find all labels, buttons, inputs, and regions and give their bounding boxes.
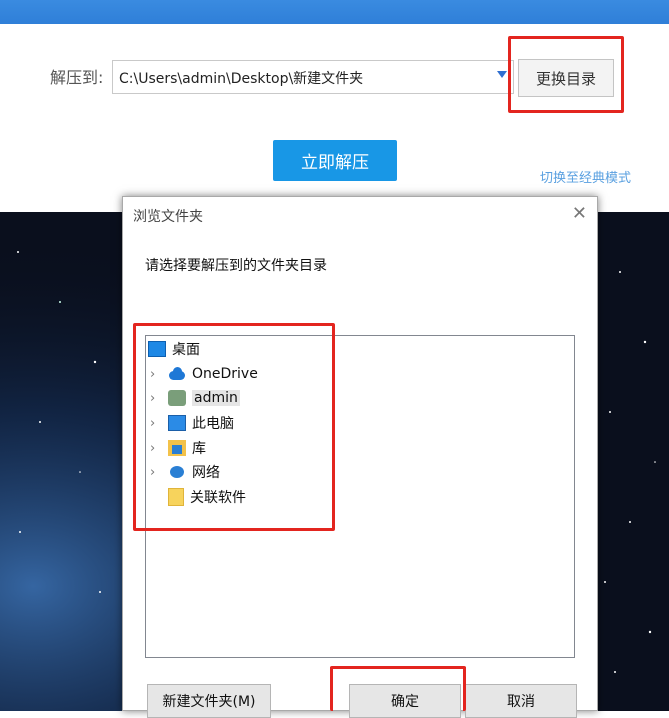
tree-node-label: OneDrive	[192, 366, 258, 382]
chevron-right-icon[interactable]: ›	[150, 465, 160, 480]
tree-node-label: 库	[192, 441, 206, 457]
network-icon	[168, 464, 186, 480]
close-icon[interactable]: ✕	[572, 203, 587, 224]
chevron-right-icon[interactable]: ›	[150, 416, 160, 431]
tree-node-label: 桌面	[172, 342, 200, 358]
tree-node-label: 关联软件	[190, 490, 246, 506]
ok-button[interactable]: 确定	[349, 684, 461, 718]
dialog-prompt: 请选择要解压到的文件夹目录	[145, 258, 327, 274]
chevron-right-icon[interactable]: ›	[150, 367, 160, 382]
library-icon	[168, 440, 186, 456]
dropdown-caret-icon[interactable]	[497, 71, 507, 78]
top-bar	[0, 0, 669, 24]
chevron-right-icon[interactable]: ›	[150, 391, 160, 406]
tree-node-network[interactable]: › 网络	[150, 461, 220, 483]
browse-folder-dialog: 浏览文件夹 ✕ 请选择要解压到的文件夹目录 桌面 › OneDrive › ad…	[122, 196, 598, 718]
tree-node-admin[interactable]: › admin	[150, 387, 240, 409]
switch-classic-mode-link[interactable]: 切换至经典模式	[540, 167, 631, 186]
extract-now-button[interactable]: 立即解压	[273, 140, 397, 181]
tree-node-label: 网络	[192, 465, 220, 481]
tree-node-label: 此电脑	[192, 416, 234, 432]
computer-icon	[168, 415, 186, 431]
extract-to-label: 解压到:	[50, 68, 104, 87]
folder-tree[interactable]: 桌面 › OneDrive › admin › 此电脑 › 库 › 网络 关联软…	[145, 335, 575, 658]
new-folder-button[interactable]: 新建文件夹(M)	[147, 684, 271, 718]
dialog-title: 浏览文件夹	[133, 209, 203, 225]
tree-node-library[interactable]: › 库	[150, 437, 206, 459]
tree-node-onedrive[interactable]: › OneDrive	[150, 363, 258, 385]
desktop-icon	[148, 341, 166, 357]
user-icon	[168, 390, 186, 406]
tree-node-associated-software[interactable]: 关联软件	[168, 486, 246, 508]
cancel-button[interactable]: 取消	[465, 684, 577, 718]
tree-node-this-pc[interactable]: › 此电脑	[150, 412, 234, 434]
folder-icon	[168, 488, 184, 506]
chevron-right-icon[interactable]: ›	[150, 441, 160, 456]
extract-path-dropdown[interactable]: C:\Users\admin\Desktop\新建文件夹	[112, 60, 514, 94]
tree-node-label: admin	[192, 390, 240, 406]
tree-node-desktop[interactable]: 桌面	[148, 338, 200, 360]
extract-path-value: C:\Users\admin\Desktop\新建文件夹	[119, 71, 364, 87]
change-directory-button[interactable]: 更换目录	[518, 59, 614, 97]
cloud-icon	[168, 366, 186, 382]
